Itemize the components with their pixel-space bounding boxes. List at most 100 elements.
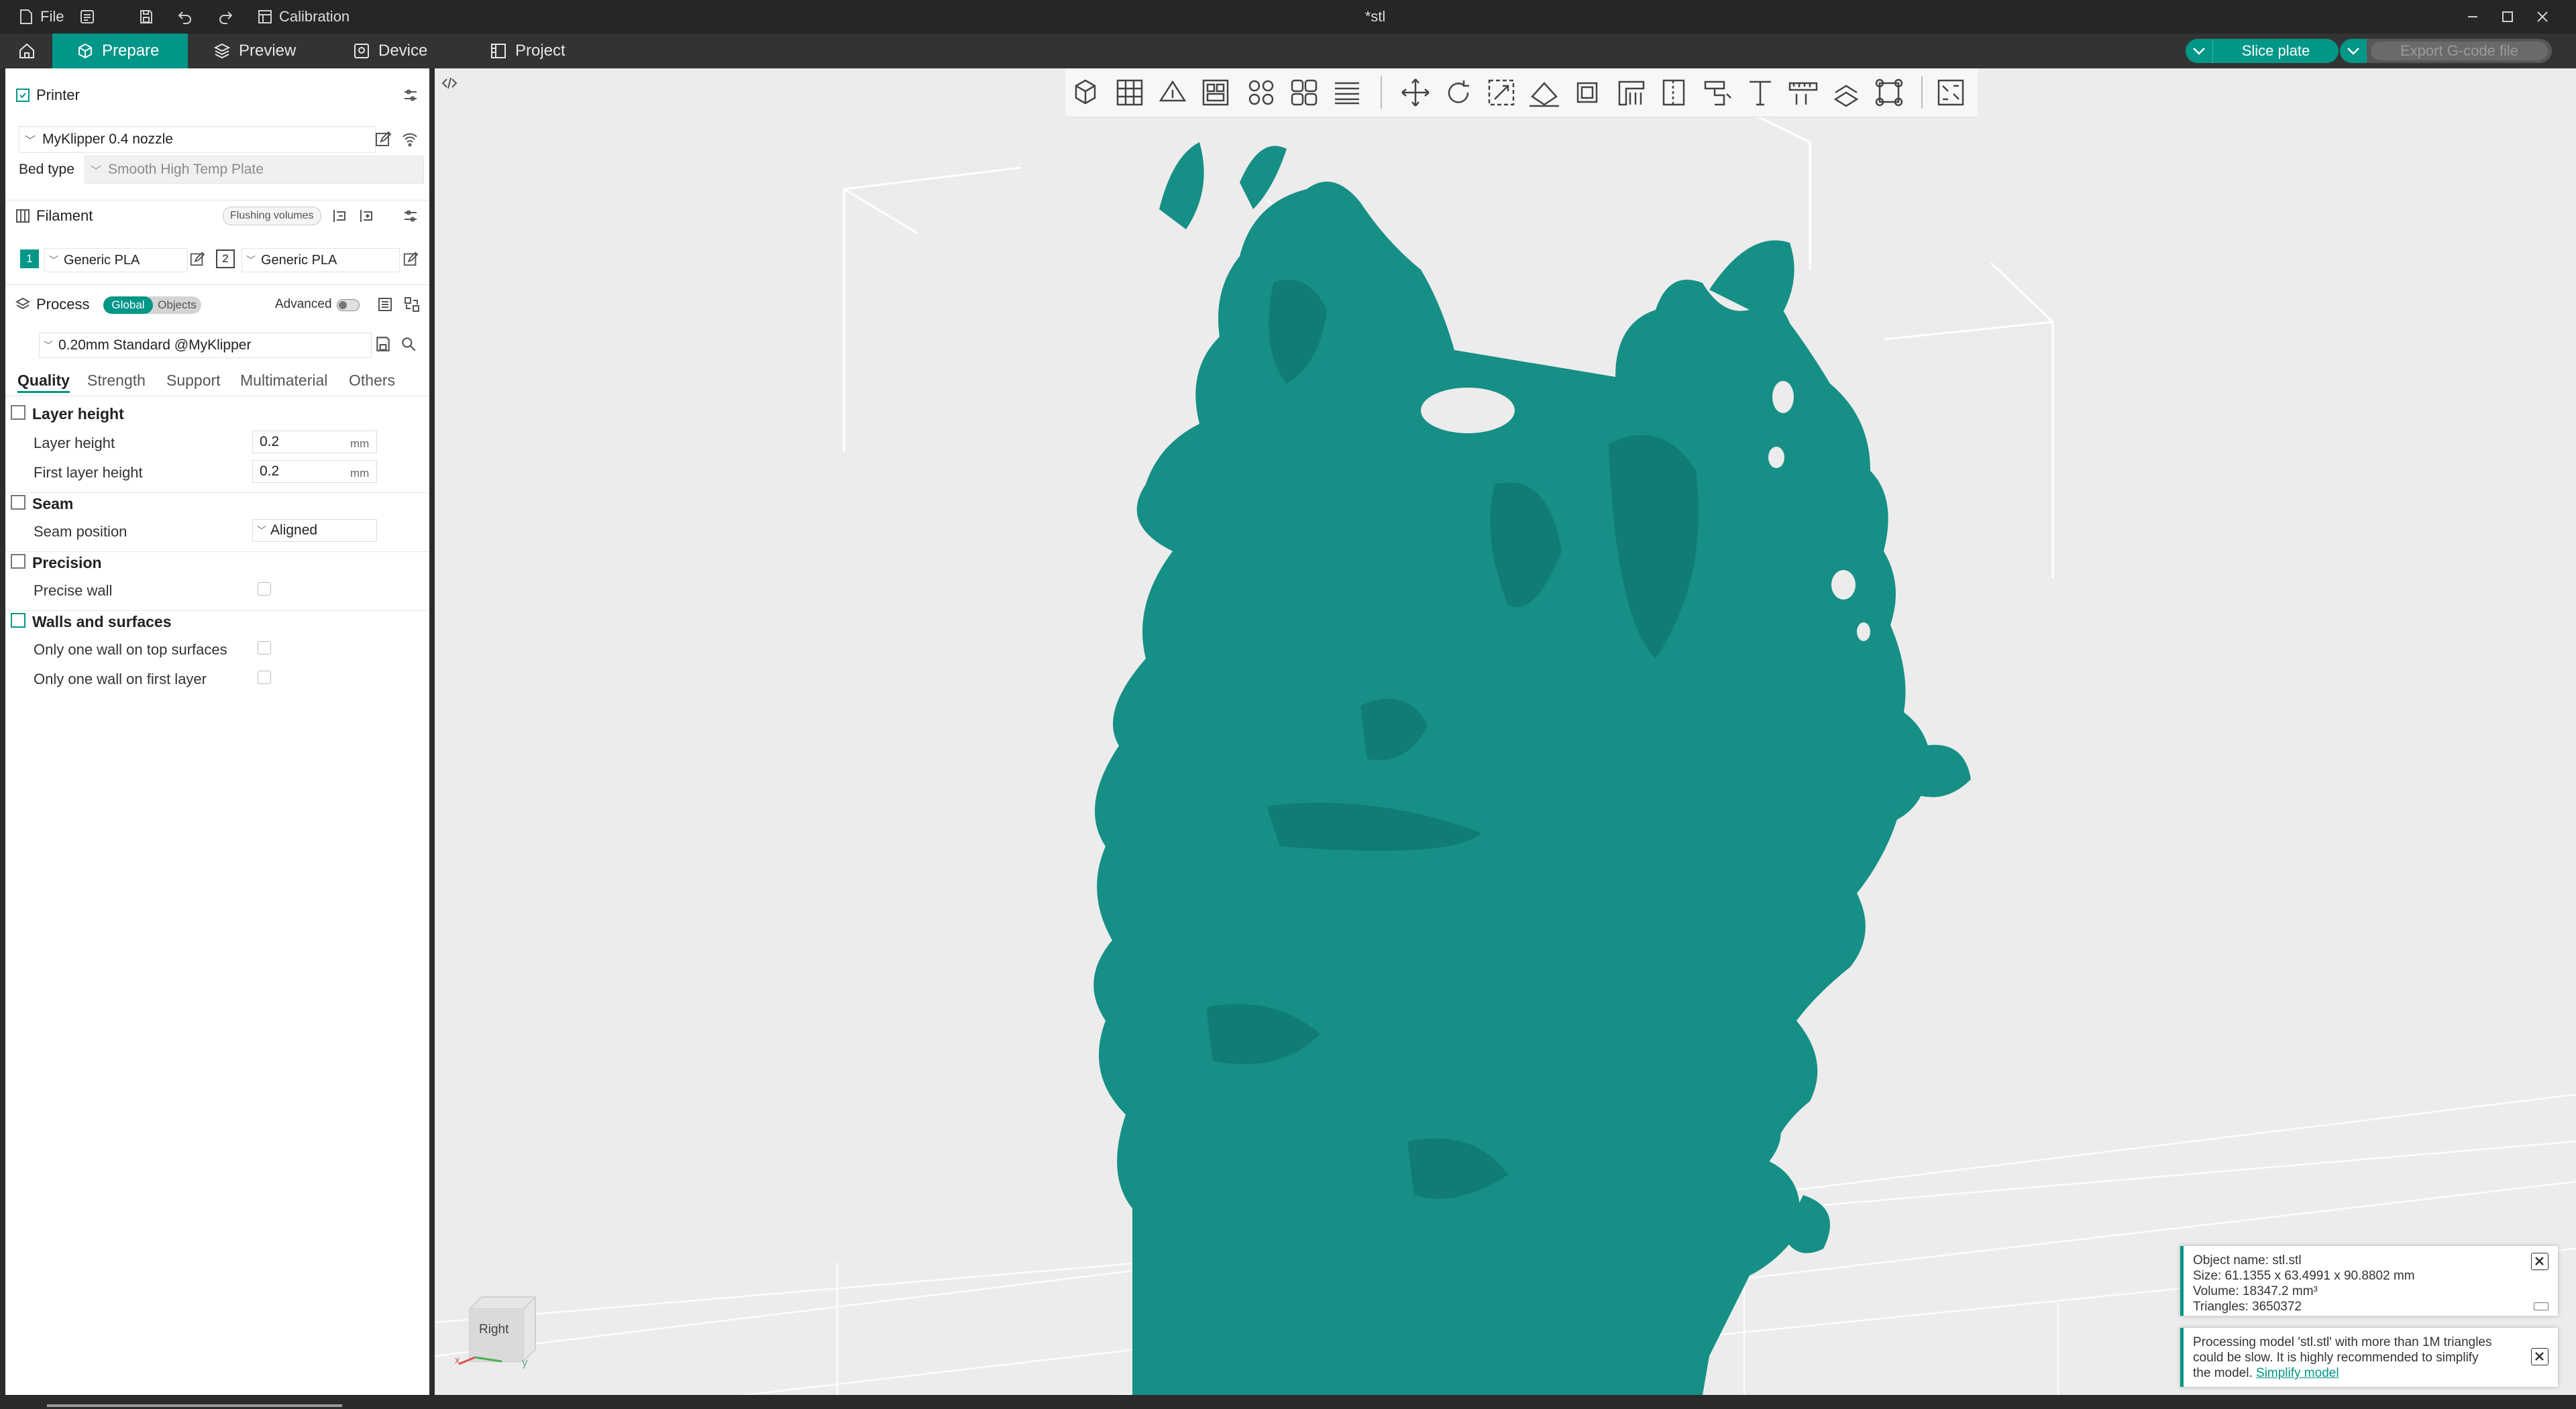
tab-quality[interactable]: Quality (17, 372, 70, 393)
printer-settings-button[interactable] (402, 87, 419, 107)
edit-filament-2-button[interactable] (402, 251, 419, 270)
bottom-edge (0, 1395, 2576, 1409)
view-cube[interactable]: Right y x (455, 1282, 542, 1376)
bed-type-select[interactable]: ﹀ Smooth High Temp Plate (85, 156, 424, 184)
layer-height-value: 0.2 (260, 434, 280, 449)
text-icon (1750, 80, 1771, 106)
process-sync-button[interactable] (404, 296, 420, 317)
supports-paint-button[interactable] (1614, 76, 1649, 109)
orient-button[interactable] (1155, 76, 1190, 109)
undo-button[interactable] (177, 0, 193, 34)
export-dropdown[interactable] (2340, 39, 2367, 63)
collapse-toast-button[interactable] (2534, 1302, 2548, 1310)
objects-option[interactable]: Objects (154, 296, 200, 314)
export-gcode-button[interactable]: Export G-code file (2340, 39, 2552, 63)
redo-button[interactable] (217, 0, 233, 34)
printer-select[interactable]: ﹀ MyKlipper 0.4 nozzle (19, 126, 376, 153)
flushing-volumes-button[interactable]: Flushing volumes (223, 207, 321, 225)
tab-project[interactable]: Project (466, 34, 590, 68)
filament-1-select[interactable]: ﹀ Generic PLA (44, 248, 188, 272)
advanced-toggle[interactable] (337, 299, 360, 311)
process-icon (15, 297, 31, 310)
collapse-sidebar-button[interactable] (439, 72, 460, 97)
chevron-down-icon: ﹀ (44, 340, 53, 351)
minimize-icon (2468, 16, 2477, 17)
export-gcode-label: Export G-code file (2371, 42, 2548, 60)
slice-plate-button[interactable]: Slice plate (2186, 39, 2339, 63)
filament-section-header[interactable]: Filament Flushing volumes (5, 199, 429, 233)
tab-support[interactable]: Support (166, 372, 221, 390)
filament-section-label: Filament (36, 207, 93, 224)
tab-preview[interactable]: Preview (189, 34, 320, 68)
brim-ears-button[interactable] (1872, 76, 1907, 109)
scale-tool-button[interactable] (1484, 76, 1519, 109)
add-plate-button[interactable] (1112, 76, 1147, 109)
global-option[interactable]: Global (103, 296, 153, 314)
first-layer-height-label: First layer height (34, 464, 143, 481)
filament-slot-2-swatch[interactable]: 2 (216, 249, 235, 268)
close-info-toast-button[interactable] (2531, 1253, 2548, 1270)
model-silhouette (1093, 142, 1971, 1395)
maximize-button[interactable] (2501, 0, 2514, 34)
tab-others[interactable]: Others (349, 372, 395, 390)
process-compare-button[interactable] (377, 296, 393, 317)
chevron-down-icon: ﹀ (91, 166, 102, 177)
seam-paint-button[interactable] (1657, 76, 1692, 109)
close-warning-toast-button[interactable] (2531, 1348, 2548, 1365)
split-parts-button[interactable] (1287, 76, 1322, 109)
color-paint-button[interactable] (1700, 76, 1735, 109)
file-menu[interactable]: File (19, 0, 64, 34)
one-wall-first-checkbox[interactable] (258, 671, 271, 684)
text-tool-button[interactable] (1743, 76, 1778, 109)
filament-slot-1-swatch[interactable]: 1 (20, 249, 39, 268)
search-settings-button[interactable] (400, 335, 417, 356)
one-wall-top-checkbox[interactable] (258, 641, 271, 655)
edit-filament-1-button[interactable] (189, 251, 205, 270)
global-objects-toggle[interactable]: Global Objects (103, 296, 201, 314)
calibration-menu[interactable]: Calibration (258, 0, 350, 34)
filament-settings-button[interactable] (402, 208, 419, 228)
tab-device[interactable]: Device (329, 34, 451, 68)
3d-model[interactable] (435, 68, 2576, 1395)
variable-layer-button[interactable] (1330, 76, 1364, 109)
process-preset-select[interactable]: ﹀ 0.20mm Standard @MyKlipper (39, 333, 372, 358)
printer-connection-button[interactable] (401, 130, 419, 151)
close-icon (2537, 11, 2548, 22)
save-project-button[interactable] (138, 0, 154, 34)
calibration-icon (258, 10, 272, 23)
lay-on-face-button[interactable] (1527, 76, 1562, 109)
split-objects-button[interactable] (1244, 76, 1279, 109)
tab-prepare[interactable]: Prepare (52, 34, 188, 68)
walls-group-title: Walls and surfaces (32, 613, 172, 630)
close-window-button[interactable] (2536, 0, 2549, 34)
view-settings-button[interactable] (1933, 76, 1968, 109)
precise-wall-checkbox[interactable] (258, 582, 271, 596)
add-object-button[interactable] (1069, 76, 1104, 109)
add-filament-button[interactable] (358, 208, 374, 228)
main-tab-bar: Prepare Preview Device Project Slice pla… (0, 34, 2576, 68)
rotate-tool-button[interactable] (1441, 76, 1476, 109)
cut-tool-button[interactable] (1570, 76, 1605, 109)
move-tool-button[interactable] (1398, 76, 1433, 109)
printer-section-header[interactable]: Printer (5, 78, 429, 113)
minimize-button[interactable] (2466, 0, 2479, 34)
3d-viewport[interactable]: Right y x Object name: stl.stl Size: 61.… (435, 68, 2576, 1395)
home-button[interactable] (0, 34, 54, 68)
notes-button[interactable] (79, 0, 95, 34)
assembly-tool-button[interactable] (1829, 76, 1864, 109)
object-triangles-line: Triangles: 3650372 (2193, 1300, 2302, 1314)
seam-position-select[interactable]: ﹀ Aligned (252, 519, 377, 542)
measure-tool-button[interactable] (1786, 76, 1821, 109)
tab-multimaterial[interactable]: Multimaterial (240, 372, 327, 390)
remove-filament-button[interactable] (331, 208, 347, 228)
save-preset-button[interactable] (374, 335, 392, 356)
arrange-button[interactable] (1198, 76, 1233, 109)
orient-icon (1159, 80, 1187, 102)
simplify-model-link[interactable]: Simplify model (2256, 1366, 2339, 1380)
slice-dropdown[interactable] (2186, 39, 2213, 63)
file-menu-label: File (40, 8, 64, 25)
horizontal-scrollbar[interactable] (47, 1404, 342, 1407)
tab-strength[interactable]: Strength (87, 372, 146, 390)
edit-printer-button[interactable] (374, 130, 392, 151)
filament-2-select[interactable]: ﹀ Generic PLA (241, 248, 400, 272)
